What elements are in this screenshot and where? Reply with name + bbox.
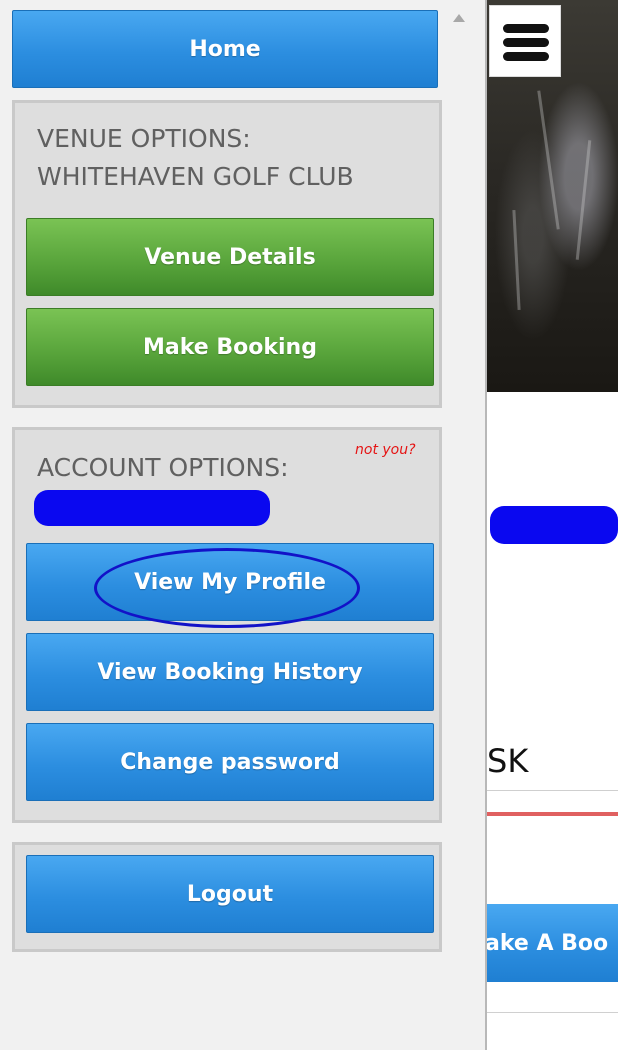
redacted-name-background xyxy=(490,506,618,544)
view-booking-history-button[interactable]: View Booking History xyxy=(26,633,434,711)
account-options-heading: ACCOUNT OPTIONS: xyxy=(37,453,289,482)
view-my-profile-label: View My Profile xyxy=(134,569,326,595)
view-booking-history-label: View Booking History xyxy=(97,659,363,685)
venue-name: WHITEHAVEN GOLF CLUB xyxy=(37,162,354,191)
scroll-up-arrow-icon[interactable] xyxy=(453,14,465,22)
not-you-link[interactable]: not you? xyxy=(355,442,416,458)
logout-button-label: Logout xyxy=(186,881,274,907)
field-underline xyxy=(487,790,618,791)
make-a-booking-label: ake A Boo xyxy=(487,930,609,956)
field-error-line xyxy=(487,812,618,816)
hamburger-icon[interactable] xyxy=(489,5,561,77)
change-password-button[interactable]: Change password xyxy=(26,723,434,801)
change-password-label: Change password xyxy=(120,749,340,775)
make-booking-label: Make Booking xyxy=(143,334,317,360)
home-button[interactable]: Home xyxy=(12,10,438,88)
view-my-profile-button[interactable]: View My Profile xyxy=(26,543,434,621)
background-field-text: SK xyxy=(487,742,529,780)
make-a-booking-button[interactable]: ake A Boo xyxy=(487,904,618,982)
venue-options-heading: VENUE OPTIONS: xyxy=(37,124,251,153)
make-booking-button[interactable]: Make Booking xyxy=(26,308,434,386)
redacted-account-name xyxy=(34,490,270,526)
menu-scrollbar[interactable] xyxy=(447,0,487,1050)
venue-options-panel: VENUE OPTIONS: WHITEHAVEN GOLF CLUB Venu… xyxy=(12,100,442,408)
logout-panel: Logout xyxy=(12,842,442,952)
venue-details-button[interactable]: Venue Details xyxy=(26,218,434,296)
logout-button[interactable]: Logout xyxy=(26,855,434,933)
side-menu: Home VENUE OPTIONS: WHITEHAVEN GOLF CLUB… xyxy=(0,0,447,1050)
account-options-panel: ACCOUNT OPTIONS: View My Profile View Bo… xyxy=(12,427,442,823)
home-button-label: Home xyxy=(189,36,261,62)
menu-edge-divider xyxy=(485,0,487,1050)
page-divider xyxy=(487,1012,618,1013)
venue-details-label: Venue Details xyxy=(144,244,316,270)
